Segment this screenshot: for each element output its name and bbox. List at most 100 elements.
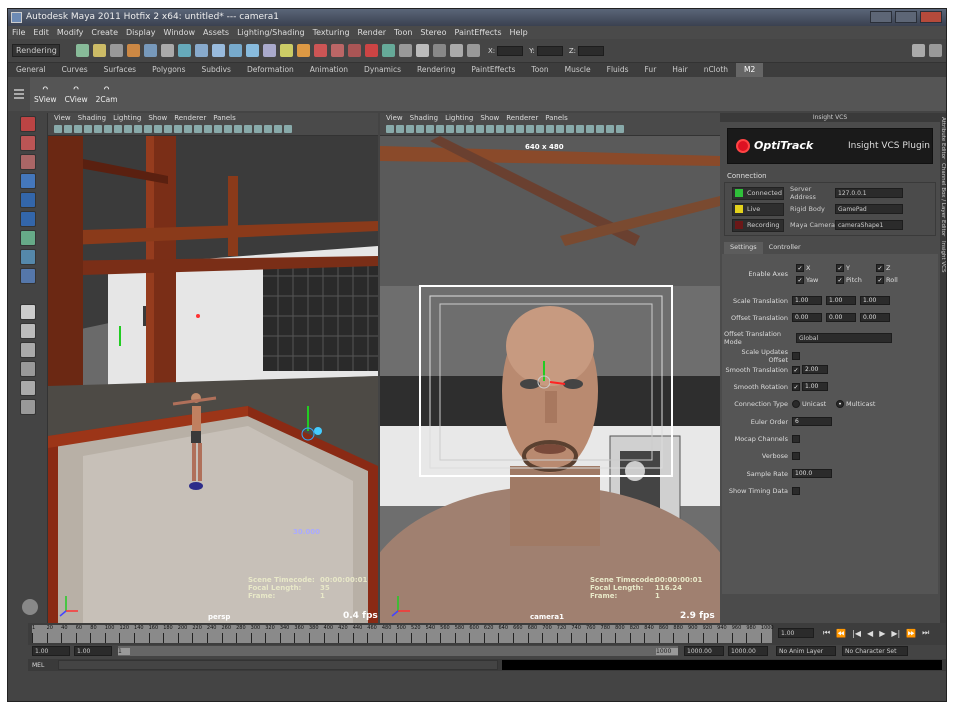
shelf-tab-surfaces[interactable]: Surfaces (96, 63, 144, 77)
scale-translation-x[interactable]: 1.00 (792, 296, 822, 305)
menu-display[interactable]: Display (122, 26, 160, 39)
minimize-button[interactable] (870, 11, 892, 23)
range-slider[interactable]: 1 1000 (118, 646, 678, 656)
vp2-menu-shading[interactable]: Shading (410, 113, 438, 123)
play-forward-icon[interactable]: ▶ (879, 629, 885, 638)
shelf-menu-icon[interactable] (8, 77, 30, 111)
range-slider-start[interactable]: 1 (118, 647, 130, 655)
menu-file[interactable]: File (8, 26, 29, 39)
smooth-rotation-checkbox[interactable]: ✓ (792, 382, 800, 391)
vp2-menu-panels[interactable]: Panels (545, 113, 568, 123)
menu-painteffects[interactable]: PaintEffects (451, 26, 506, 39)
offset-mode-dropdown[interactable]: Global (796, 333, 892, 343)
tab-settings[interactable]: Settings (724, 242, 763, 254)
z-field[interactable] (578, 45, 605, 56)
menu-toon[interactable]: Toon (390, 26, 416, 39)
step-back-frame-icon[interactable]: |◀ (852, 629, 861, 638)
anim-layer-dropdown[interactable]: No Anim Layer (776, 646, 836, 656)
shelf-tab-fluids[interactable]: Fluids (599, 63, 637, 77)
shelf-tab-m2[interactable]: M2 (736, 63, 764, 77)
shelf-tab-general[interactable]: General (8, 63, 54, 77)
menu-assets[interactable]: Assets (199, 26, 233, 39)
scale-tool-icon[interactable] (20, 211, 36, 227)
offset-translation-x[interactable]: 0.00 (792, 313, 822, 322)
live-button[interactable]: Live (732, 202, 784, 216)
menu-create[interactable]: Create (87, 26, 122, 39)
outliner-layout-icon[interactable] (20, 361, 36, 377)
smooth-translation-value[interactable]: 2.00 (802, 365, 828, 374)
shelf-tab-painteffects[interactable]: PaintEffects (463, 63, 523, 77)
shelf-tab-toon[interactable]: Toon (523, 63, 556, 77)
playback-start-field[interactable]: 1.00 (74, 646, 112, 656)
rotate-tool-icon[interactable] (20, 192, 36, 208)
channel-box-toggle-icon[interactable] (912, 44, 925, 57)
step-forward-frame-icon[interactable]: ▶| (891, 629, 900, 638)
shelf-tab-muscle[interactable]: Muscle (557, 63, 599, 77)
menu-texturing[interactable]: Texturing (309, 26, 354, 39)
step-back-key-icon[interactable]: ⏪ (836, 629, 846, 638)
range-start-field[interactable]: 1.00 (32, 646, 70, 656)
script-editor-icon[interactable] (22, 599, 38, 615)
go-to-start-icon[interactable]: ⏮ (823, 628, 830, 638)
shelf-button-cview[interactable]: ᴖ CView (61, 82, 92, 106)
multicast-radio[interactable]: • (836, 400, 844, 408)
euler-order-field[interactable]: 6 (792, 417, 832, 426)
axis-z-checkbox[interactable]: ✓ (876, 264, 884, 272)
vp1-menu-shading[interactable]: Shading (78, 113, 106, 123)
offset-translation-y[interactable]: 0.00 (826, 313, 856, 322)
graph-layout-icon[interactable] (20, 380, 36, 396)
menu-lightingshading[interactable]: Lighting/Shading (233, 26, 309, 39)
manipulator-tool-icon[interactable] (20, 230, 36, 246)
vp1-menu-renderer[interactable]: Renderer (174, 113, 206, 123)
server-address-field[interactable]: 127.0.0.1 (835, 188, 903, 198)
layer-editor-toggle-icon[interactable] (929, 44, 942, 57)
viewport-camera1[interactable]: View Shading Lighting Show Renderer Pane… (380, 113, 720, 623)
vp2-menu-view[interactable]: View (386, 113, 403, 123)
recording-button[interactable]: Recording (732, 218, 784, 232)
maximize-button[interactable] (895, 11, 917, 23)
side-tab-channel-box[interactable]: Channel Box / Layer Editor (940, 163, 946, 236)
rigid-body-dropdown[interactable]: GamePad (835, 204, 903, 214)
shelf-tab-hair[interactable]: Hair (664, 63, 695, 77)
maya-camera-dropdown[interactable]: cameraShape1 (835, 220, 903, 230)
soft-mod-icon[interactable] (20, 249, 36, 265)
mel-input[interactable] (58, 660, 498, 670)
shelf-tab-dynamics[interactable]: Dynamics (356, 63, 409, 77)
menu-render[interactable]: Render (354, 26, 390, 39)
shelf-tab-rendering[interactable]: Rendering (409, 63, 463, 77)
go-to-end-icon[interactable]: ⏭ (922, 628, 929, 638)
paint-select-icon[interactable] (20, 154, 36, 170)
menu-modify[interactable]: Modify (53, 26, 88, 39)
close-button[interactable] (920, 11, 942, 23)
smooth-translation-checkbox[interactable]: ✓ (792, 365, 800, 374)
step-forward-key-icon[interactable]: ⏩ (906, 629, 916, 638)
range-end-field[interactable]: 1000.00 (728, 646, 768, 656)
axis-x-checkbox[interactable]: ✓ (796, 264, 804, 272)
last-tool-icon[interactable] (20, 268, 36, 284)
viewport-persp[interactable]: View Shading Lighting Show Renderer Pane… (48, 113, 378, 623)
time-slider[interactable]: 1 20 40 60 80 100 120 140 160 180 200 220 240 260 280 3… (28, 623, 946, 645)
tab-controller[interactable]: Controller (763, 242, 807, 254)
axis-roll-checkbox[interactable]: ✓ (876, 276, 884, 284)
select-tool-icon[interactable] (20, 116, 36, 132)
side-tab-attribute-editor[interactable]: Attribute Editor (940, 117, 946, 159)
side-tab-insight-vcs[interactable]: Insight VCS (940, 241, 946, 272)
unicast-radio[interactable] (792, 400, 800, 408)
shelf-button-sview[interactable]: ᴖ SView (30, 82, 61, 106)
vp2-menu-lighting[interactable]: Lighting (445, 113, 473, 123)
vp2-menu-show[interactable]: Show (480, 113, 499, 123)
menu-set-dropdown[interactable]: Rendering (12, 44, 60, 57)
move-tool-icon[interactable] (20, 173, 36, 189)
sample-rate-field[interactable]: 100.0 (792, 469, 832, 478)
vp1-menu-show[interactable]: Show (148, 113, 167, 123)
hypershade-layout-icon[interactable] (20, 399, 36, 415)
axis-pitch-checkbox[interactable]: ✓ (836, 276, 844, 284)
shelf-tab-subdivs[interactable]: Subdivs (193, 63, 238, 77)
vp1-menu-view[interactable]: View (54, 113, 71, 123)
range-slider-end[interactable]: 1000 (656, 647, 678, 655)
menu-window[interactable]: Window (160, 26, 200, 39)
playback-end-field[interactable]: 1000.00 (684, 646, 724, 656)
time-ruler[interactable]: 1 20 40 60 80 100 120 140 160 180 200 220 240 260 280 3… (32, 625, 774, 643)
character-set-dropdown[interactable]: No Character Set (842, 646, 908, 656)
axis-y-checkbox[interactable]: ✓ (836, 264, 844, 272)
